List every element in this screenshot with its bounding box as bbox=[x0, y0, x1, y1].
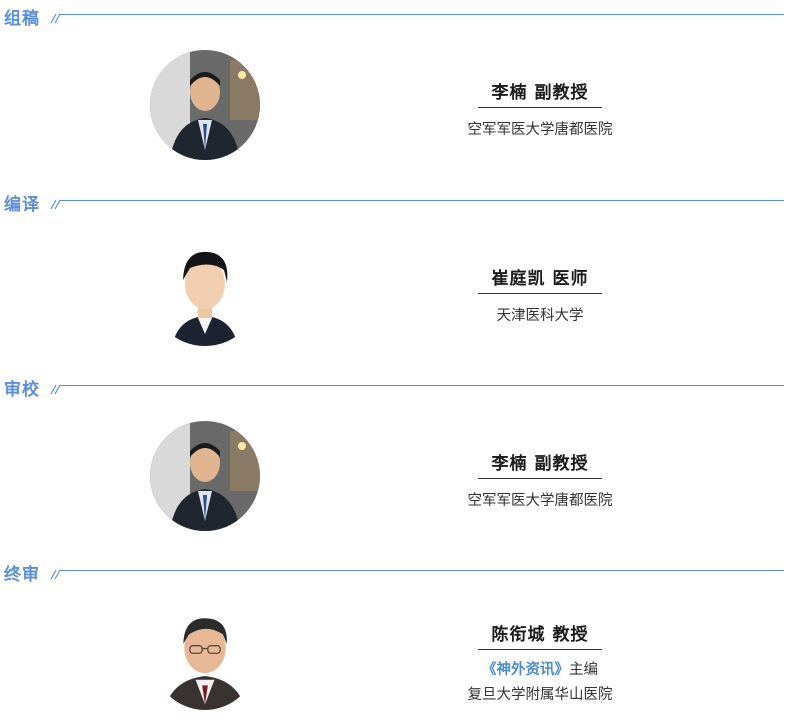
person-card: 陈衔城 教授 《神外资讯》主编 复旦大学附属华山医院 bbox=[440, 620, 640, 704]
section-header: 编译 bbox=[0, 186, 796, 216]
section-header: 组稿 bbox=[0, 0, 796, 30]
person-affiliation: 空军军医大学唐都医院 bbox=[467, 122, 613, 138]
section-title: 审校 bbox=[4, 380, 40, 400]
person-card: 李楠 副教授 空军军医大学唐都医院 bbox=[440, 449, 640, 510]
person-affiliation: 复旦大学附属华山医院 bbox=[467, 687, 613, 703]
section-title: 编译 bbox=[4, 195, 40, 215]
avatar bbox=[150, 236, 260, 346]
double-slash-icon bbox=[50, 13, 61, 24]
person-card: 李楠 副教授 空军军医大学唐都医院 bbox=[440, 78, 640, 139]
section-divider bbox=[60, 570, 784, 571]
journal-name: 《神外资讯》 bbox=[482, 662, 569, 678]
person-affiliation: 天津医科大学 bbox=[496, 308, 584, 324]
avatar bbox=[150, 421, 260, 531]
section-title: 终审 bbox=[4, 565, 40, 585]
section-divider bbox=[60, 14, 784, 15]
person-card: 崔庭凯 医师 天津医科大学 bbox=[440, 264, 640, 325]
person-name: 崔庭凯 医师 bbox=[477, 264, 603, 294]
double-slash-icon bbox=[50, 384, 61, 395]
section-divider bbox=[60, 385, 784, 386]
avatar bbox=[153, 606, 257, 710]
section-divider bbox=[60, 200, 784, 201]
section-header: 终审 bbox=[0, 556, 796, 586]
person-name: 李楠 副教授 bbox=[477, 449, 603, 479]
person-name: 陈衔城 教授 bbox=[477, 620, 603, 650]
section-header: 审校 bbox=[0, 371, 796, 401]
section-title: 组稿 bbox=[4, 9, 40, 29]
double-slash-icon bbox=[50, 569, 61, 580]
person-role: 主编 bbox=[569, 662, 598, 678]
avatar bbox=[150, 50, 260, 160]
person-name: 李楠 副教授 bbox=[477, 78, 603, 108]
person-role-line: 《神外资讯》主编 bbox=[440, 658, 640, 679]
double-slash-icon bbox=[50, 199, 61, 210]
person-affiliation: 空军军医大学唐都医院 bbox=[467, 493, 613, 509]
